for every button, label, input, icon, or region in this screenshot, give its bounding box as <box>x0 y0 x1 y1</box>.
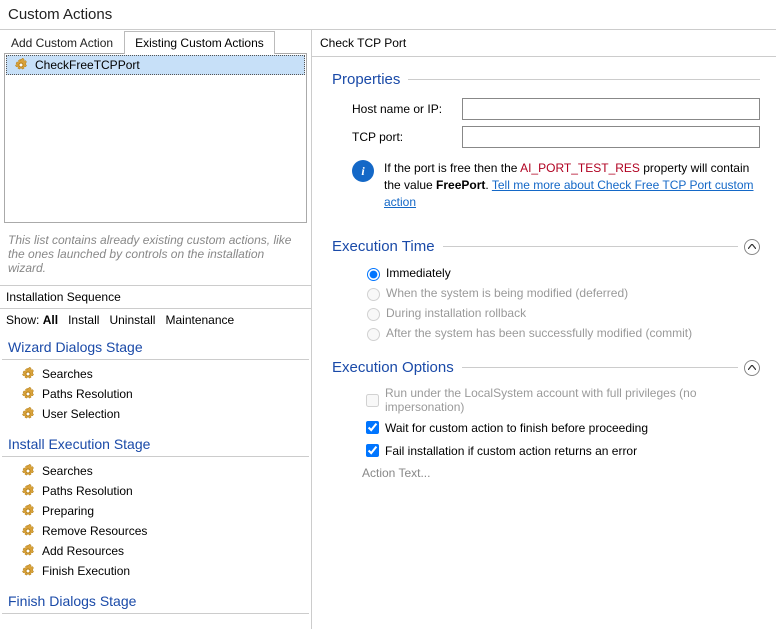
execution-options-legend: Execution Options <box>332 359 454 376</box>
check-fail[interactable]: Fail installation if custom action retur… <box>362 441 760 460</box>
tree-item-searches-2[interactable]: Searches <box>16 461 311 481</box>
right-pane: Check TCP Port Properties Host name or I… <box>312 30 776 629</box>
list-item[interactable]: CheckFreeTCPPort <box>6 55 305 75</box>
gear-icon <box>20 563 36 579</box>
radio-deferred: When the system is being modified (defer… <box>362 285 760 301</box>
show-row: Show: All Install Uninstall Maintenance <box>0 309 311 331</box>
gear-icon <box>20 386 36 402</box>
gear-icon <box>20 503 36 519</box>
host-label: Host name or IP: <box>352 102 462 116</box>
gear-icon <box>20 543 36 559</box>
port-input[interactable] <box>462 126 760 148</box>
tree-item-remove-resources[interactable]: Remove Resources <box>16 521 311 541</box>
info-icon: i <box>352 160 374 182</box>
installation-sequence-header: Installation Sequence <box>0 285 311 309</box>
show-all[interactable]: All <box>43 313 58 327</box>
show-maintenance[interactable]: Maintenance <box>165 313 234 327</box>
tab-add-custom-action[interactable]: Add Custom Action <box>0 31 124 54</box>
check-wait[interactable]: Wait for custom action to finish before … <box>362 418 760 437</box>
properties-legend: Properties <box>332 71 400 88</box>
window-title: Custom Actions <box>0 0 776 29</box>
tab-existing-custom-actions[interactable]: Existing Custom Actions <box>124 31 275 54</box>
tree-item-paths-resolution[interactable]: Paths Resolution <box>16 384 311 404</box>
show-label: Show: <box>6 313 39 327</box>
execution-time-legend: Execution Time <box>332 238 435 255</box>
check-localsystem: Run under the LocalSystem account with f… <box>362 386 760 414</box>
tree-item-user-selection[interactable]: User Selection <box>16 404 311 424</box>
radio-immediately[interactable]: Immediately <box>362 265 760 281</box>
radio-commit: After the system has been successfully m… <box>362 325 760 341</box>
port-label: TCP port: <box>352 130 462 144</box>
list-hint: This list contains already existing cust… <box>0 227 311 281</box>
gear-icon <box>20 523 36 539</box>
tree-item-searches[interactable]: Searches <box>16 364 311 384</box>
panel-header: Check TCP Port <box>312 30 776 57</box>
radio-rollback: During installation rollback <box>362 305 760 321</box>
gear-icon <box>20 463 36 479</box>
action-text-link[interactable]: Action Text... <box>332 466 760 480</box>
stage-finish-dialogs[interactable]: Finish Dialogs Stage <box>2 589 309 614</box>
list-item-label: CheckFreeTCPPort <box>35 58 140 72</box>
info-text: If the port is free then the AI_PORT_TES… <box>384 160 760 210</box>
collapse-button[interactable] <box>744 239 760 255</box>
show-install[interactable]: Install <box>68 313 99 327</box>
gear-icon <box>20 366 36 382</box>
gear-icon <box>20 406 36 422</box>
host-input[interactable] <box>462 98 760 120</box>
tree-item-paths-resolution-2[interactable]: Paths Resolution <box>16 481 311 501</box>
stage-wizard-dialogs[interactable]: Wizard Dialogs Stage <box>2 335 309 360</box>
show-uninstall[interactable]: Uninstall <box>109 313 155 327</box>
tree-item-preparing[interactable]: Preparing <box>16 501 311 521</box>
tree-item-finish-execution[interactable]: Finish Execution <box>16 561 311 581</box>
existing-actions-list[interactable]: CheckFreeTCPPort <box>4 53 307 223</box>
stage-install-execution[interactable]: Install Execution Stage <box>2 432 309 457</box>
left-pane: Add Custom Action Existing Custom Action… <box>0 30 312 629</box>
gear-icon <box>13 57 29 73</box>
tree-item-add-resources[interactable]: Add Resources <box>16 541 311 561</box>
gear-icon <box>20 483 36 499</box>
collapse-button[interactable] <box>744 360 760 376</box>
